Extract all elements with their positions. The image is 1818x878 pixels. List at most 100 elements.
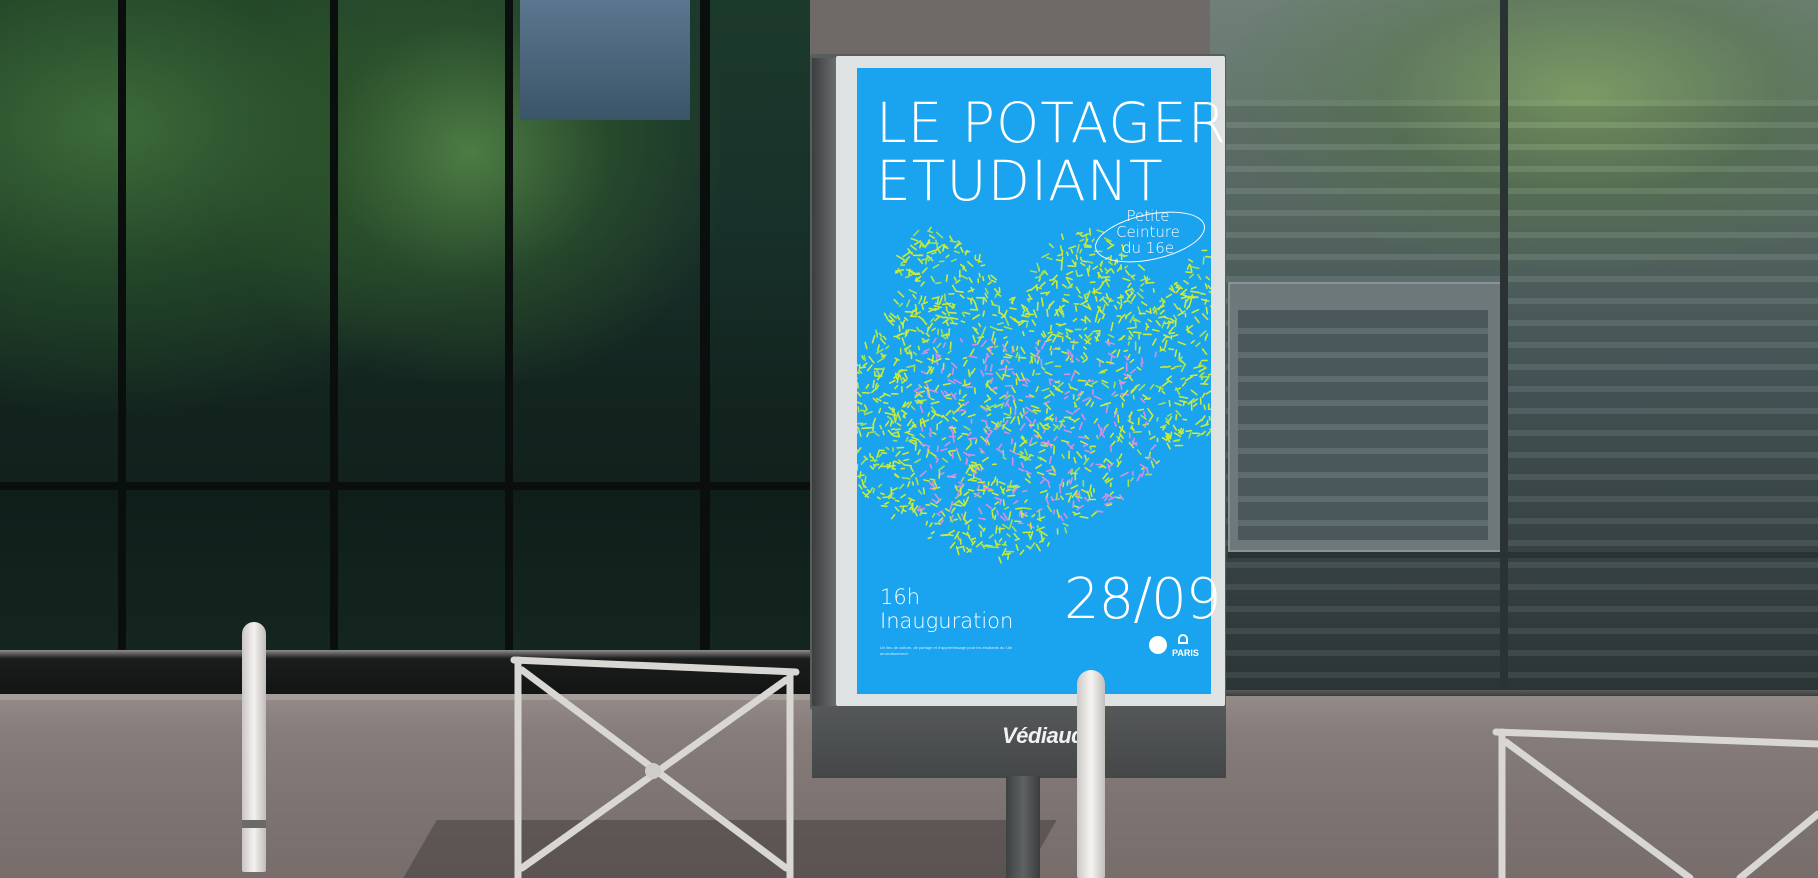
plant-stroke [1185,271,1192,274]
plant-stroke [1089,445,1092,451]
plant-stroke [971,463,981,467]
plant-stroke [1140,301,1148,307]
plant-stroke [942,457,949,463]
plant-stroke [1082,260,1088,263]
plant-stroke [919,433,925,439]
plant-stroke [960,476,965,483]
plant-stroke [1173,432,1182,438]
plant-stroke [1048,303,1051,310]
plant-stroke [994,425,998,431]
plant-stroke [1073,456,1077,464]
plant-stroke [991,507,996,512]
plant-stroke [1191,266,1200,270]
plant-stroke [1199,330,1207,337]
plant-stroke [917,449,921,456]
plant-stroke [1030,352,1036,357]
plant-stroke [1188,273,1195,279]
plant-stroke [984,355,988,364]
plant-stroke [1049,324,1053,332]
plant-stroke [931,354,934,365]
plant-stroke [1118,316,1123,324]
plant-stroke [1173,303,1179,310]
plant-stroke [1040,281,1046,288]
plant-stroke [1138,383,1146,391]
plant-stroke [908,289,918,294]
plant-stroke [963,401,970,407]
plant-stroke [862,483,867,489]
plant-stroke [890,496,896,500]
plant-stroke [1070,484,1079,490]
plant-stroke [998,481,1006,485]
plant-stroke [967,437,977,440]
plant-stroke [872,487,875,494]
plant-stroke [928,322,934,330]
plant-stroke [1168,399,1171,407]
plant-stroke [961,312,965,318]
plant-stroke [1139,288,1144,292]
plant-stroke [1180,377,1186,381]
plant-stroke [1128,330,1134,337]
plant-stroke [965,443,972,451]
plant-stroke [920,370,927,375]
plant-stroke [1181,381,1187,387]
plant-stroke [962,393,967,399]
plant-stroke [1060,478,1064,486]
plant-stroke [1105,361,1115,365]
plant-stroke [901,337,906,346]
plant-stroke [880,504,888,508]
plant-stroke [876,496,882,500]
plant-stroke [1090,491,1093,498]
plant-stroke [963,425,971,431]
plant-stroke [1207,284,1211,290]
plant-stroke [1032,410,1038,415]
plant-stroke [936,445,939,453]
plant-stroke [1058,322,1067,327]
plant-stroke [987,274,991,280]
plant-stroke [980,340,987,348]
plant-stroke [993,476,997,483]
plant-stroke [1152,288,1155,293]
plant-stroke [880,492,885,496]
plant-stroke [875,397,882,402]
plant-stroke [976,337,982,345]
plant-stroke [920,425,924,432]
plant-stroke [906,431,915,437]
plant-stroke [859,409,867,412]
plant-stroke [1002,499,1005,507]
plant-stroke [1040,291,1048,295]
plant-stroke [1093,418,1099,424]
plant-stroke [1111,349,1117,355]
plant-stroke [942,342,947,349]
plant-stroke [896,422,902,427]
plant-stroke [895,336,901,340]
plant-stroke [1003,336,1008,339]
plant-stroke [861,426,869,430]
plant-stroke [1089,462,1094,467]
plant-stroke [908,506,913,511]
plant-stroke [949,235,954,242]
plant-stroke [1070,426,1075,430]
plant-stroke [1065,492,1073,496]
plant-stroke [1162,315,1170,320]
plant-stroke [1002,417,1005,423]
plant-stroke [1055,258,1063,262]
plant-stroke [1085,379,1095,383]
plant-stroke [960,411,967,416]
plant-stroke [1070,375,1074,382]
plant-stroke [1065,335,1072,340]
plant-stroke [919,470,927,478]
plant-stroke [1007,494,1016,497]
plant-stroke [1070,248,1074,254]
plant-stroke [1005,353,1013,358]
plant-stroke [967,297,973,301]
window-mullion [118,0,126,660]
plant-stroke [1146,466,1149,475]
plant-stroke [897,290,905,298]
plant-stroke [1204,333,1209,340]
plant-stroke [1013,499,1019,505]
plant-stroke [1094,291,1102,295]
plant-stroke [1097,318,1101,324]
plant-stroke [896,314,901,321]
plant-stroke [1031,513,1036,518]
plant-stroke [942,414,949,422]
